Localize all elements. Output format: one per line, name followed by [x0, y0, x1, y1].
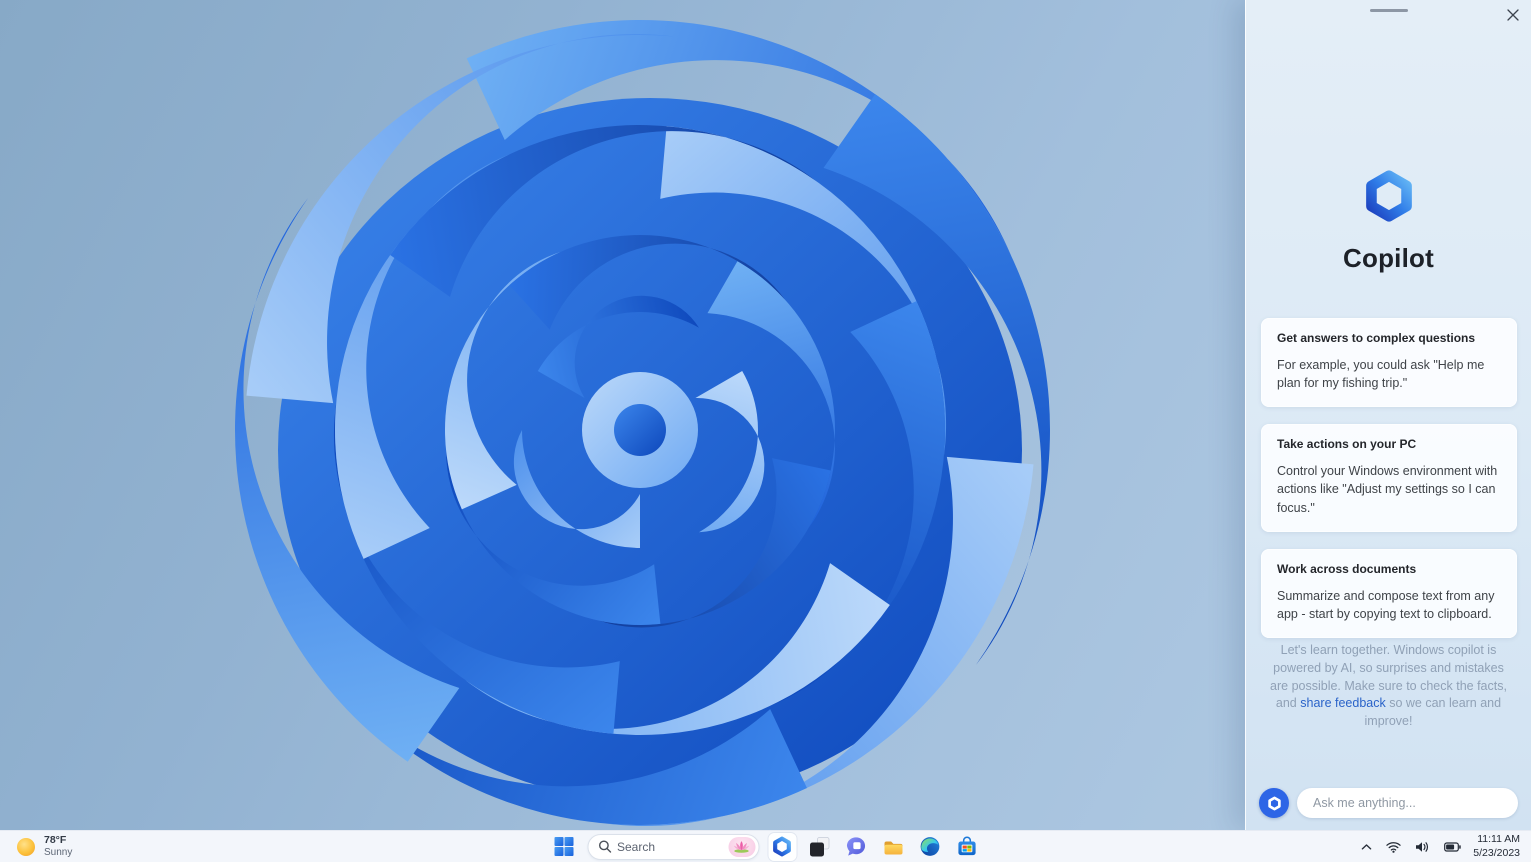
store-icon — [958, 836, 976, 856]
battery-button[interactable] — [1442, 840, 1463, 854]
card-body: Summarize and compose text from any app … — [1277, 588, 1495, 621]
copilot-avatar-button[interactable] — [1259, 788, 1289, 818]
search-icon — [598, 840, 611, 853]
card-title: Work across documents — [1277, 561, 1417, 576]
system-tray: 11:11 AM 5/23/2023 — [1359, 831, 1527, 862]
edge-button[interactable] — [916, 833, 944, 861]
card-body: Control your Windows environment with ac… — [1277, 464, 1498, 515]
windows-logo-icon — [554, 837, 574, 856]
volume-button[interactable] — [1413, 839, 1432, 855]
chat-input-row — [1259, 788, 1518, 818]
sun-icon — [17, 837, 35, 856]
disclaimer-text: so we can learn and improve! — [1364, 696, 1502, 728]
chat-button[interactable] — [842, 833, 870, 861]
volume-icon — [1416, 841, 1429, 852]
card-title: Get answers to complex questions — [1277, 331, 1476, 345]
weather-widget[interactable]: 78°F Sunny — [8, 831, 80, 862]
file-explorer-button[interactable] — [879, 833, 907, 861]
bloom-graphic — [235, 20, 1050, 826]
wifi-icon — [1386, 841, 1401, 853]
copilot-icon — [1267, 796, 1281, 810]
start-button[interactable] — [550, 833, 578, 861]
ai-disclaimer: Let's learn together. Windows copilot is… — [1267, 642, 1510, 731]
copilot-logo — [1362, 169, 1416, 228]
chat-icon — [846, 837, 866, 856]
copilot-icon — [773, 836, 791, 857]
card-take-actions[interactable]: Take actions on your PC Control your Win… — [1261, 424, 1517, 532]
task-view-button[interactable] — [805, 833, 833, 861]
drag-handle[interactable] — [1369, 9, 1408, 12]
folder-icon — [884, 841, 902, 854]
card-title: Take actions on your PC — [1277, 437, 1417, 452]
copilot-taskbar-button[interactable] — [768, 832, 796, 861]
card-work-documents[interactable]: Work across documents Summarize and comp… — [1261, 548, 1517, 638]
close-button[interactable] — [1502, 4, 1524, 26]
chevron-up-icon — [1361, 843, 1372, 850]
card-body: For example, you could ask "Help me plan… — [1277, 358, 1485, 391]
search-input[interactable] — [617, 839, 722, 854]
weather-temp: 78°F — [44, 834, 67, 847]
card-complex-questions[interactable]: Get answers to complex questions For exa… — [1261, 318, 1517, 408]
time-text: 11:11 AM — [1477, 833, 1520, 846]
store-button[interactable] — [953, 833, 981, 861]
taskbar-center — [550, 831, 981, 862]
network-button[interactable] — [1384, 839, 1403, 855]
suggestion-cards: Get answers to complex questions For exa… — [1261, 318, 1517, 638]
lotus-flower-icon — [733, 841, 750, 853]
task-view-icon — [809, 836, 829, 856]
clock[interactable]: 11:11 AM 5/23/2023 — [1473, 833, 1520, 859]
weather-condition: Sunny — [44, 846, 73, 858]
search-box[interactable] — [587, 833, 759, 860]
tray-overflow-button[interactable] — [1359, 841, 1374, 853]
share-feedback-link[interactable]: share feedback — [1300, 696, 1385, 710]
bing-daily-button[interactable] — [728, 836, 755, 857]
battery-icon — [1444, 841, 1461, 852]
copilot-panel: Copilot Get answers to complex questions… — [1245, 0, 1531, 830]
close-icon — [1507, 9, 1519, 21]
ask-me-anything-input[interactable] — [1297, 788, 1518, 818]
panel-title: Copilot — [1343, 243, 1434, 273]
edge-icon — [920, 837, 940, 856]
date-text: 5/23/2023 — [1473, 846, 1520, 859]
taskbar: 78°F Sunny Search 11:11 AM 5/23/2023 — [0, 830, 1531, 862]
